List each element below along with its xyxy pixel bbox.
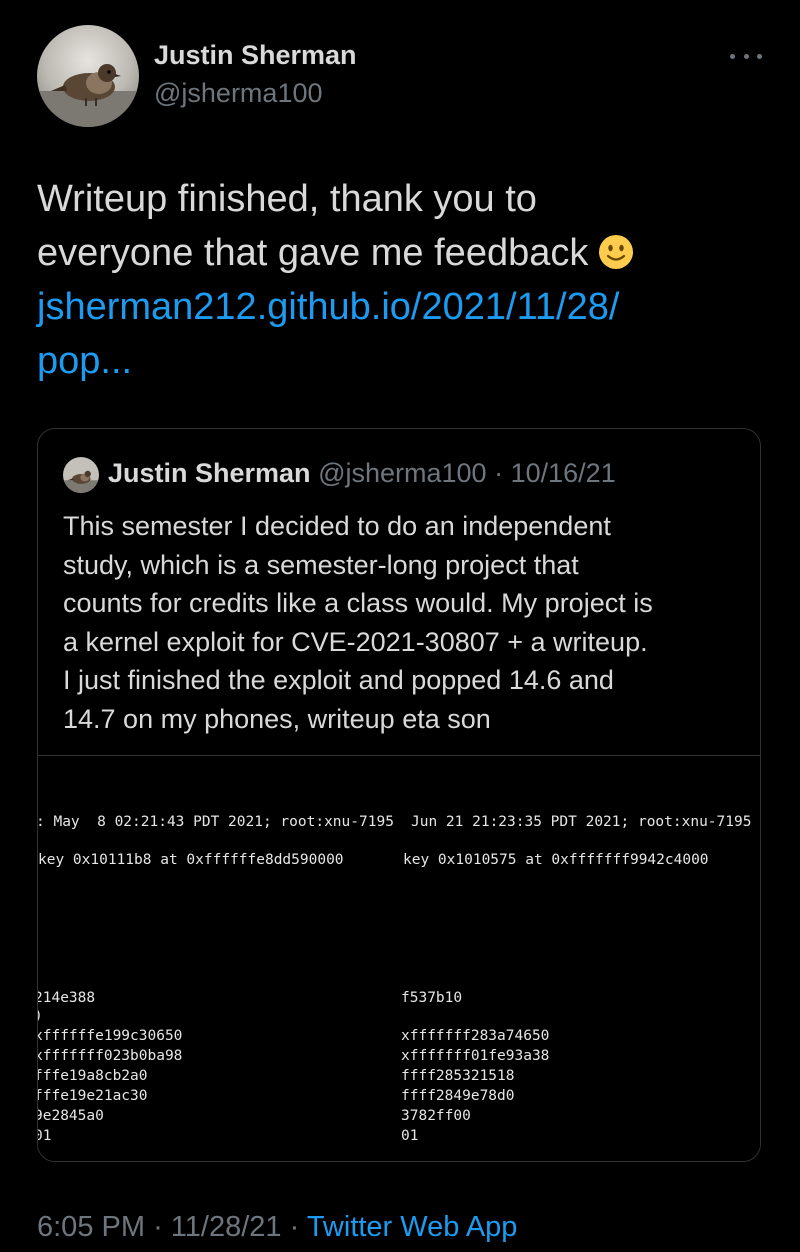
quoted-text-line: 14.7 on my phones, writeup eta son xyxy=(63,703,491,734)
terminal-line: : May 8 02:21:43 PDT 2021; root:xnu-7195 xyxy=(38,814,394,830)
more-horizontal-icon[interactable] xyxy=(730,48,762,64)
separator-dot: · xyxy=(494,458,504,488)
tweet-text-line: everyone that gave me feedback xyxy=(37,232,589,274)
terminal-line: key 0x10111b8 at 0xffffffe8dd590000 xyxy=(38,852,344,868)
quoted-text-line: I just finished the exploit and popped 1… xyxy=(63,665,614,696)
quoted-tweet-date: 10/16/21 xyxy=(510,458,616,488)
tweet-text: Writeup finished, thank you to everyone … xyxy=(37,172,737,388)
slightly-smiling-face-emoji xyxy=(599,235,634,269)
terminal-line: f537b10 xyxy=(401,990,463,1006)
quoted-author-handle: @jsherma100 xyxy=(318,458,487,488)
terminal-line: Jun 21 21:23:35 PDT 2021; root:xnu-7195 xyxy=(411,814,752,830)
terminal-line: ffff2849e78d0 xyxy=(401,1088,515,1104)
tweet-date[interactable]: 11/28/21 xyxy=(171,1211,282,1243)
sparrow-photo xyxy=(37,25,139,127)
tweet-text-line-with-emoji: everyone that gave me feedback xyxy=(37,226,737,280)
author-handle[interactable]: @jsherma100 xyxy=(154,78,323,109)
quoted-text-line: study, which is a semester-long project … xyxy=(63,549,579,580)
terminal-line: ffff285321518 xyxy=(401,1068,515,1084)
terminal-line: ) xyxy=(38,1008,43,1024)
separator-dot: · xyxy=(289,1211,300,1243)
tweet-link-line: pop... xyxy=(37,340,133,382)
terminal-line: xfffffff01fe93a38 xyxy=(401,1048,550,1064)
quoted-tweet[interactable]: Justin Sherman @jsherma100 · 10/16/21 Th… xyxy=(37,428,761,1162)
terminal-line: 01 xyxy=(38,1128,52,1144)
sparrow-photo xyxy=(63,457,99,493)
terminal-line: key 0x1010575 at 0xfffffff9942c4000 xyxy=(403,852,709,868)
tweet-metadata: 6:05 PM · 11/28/21 · Twitter Web App xyxy=(37,1211,517,1244)
terminal-screenshot-left: : May 8 02:21:43 PDT 2021; root:xnu-7195… xyxy=(38,756,399,1161)
tweet-text-line: Writeup finished, thank you to xyxy=(37,178,537,220)
quoted-text-line: This semester I decided to do an indepen… xyxy=(63,511,611,541)
tweet-link-line: jsherman212.github.io/2021/11/28/ xyxy=(37,286,620,328)
terminal-line: xfffffff283a74650 xyxy=(401,1028,550,1044)
terminal-line: xffffffe199c30650 xyxy=(38,1028,183,1044)
tweet-source-link[interactable]: Twitter Web App xyxy=(307,1211,518,1243)
quoted-tweet-text: This semester I decided to do an indepen… xyxy=(63,507,753,739)
terminal-line: fffe19a8cb2a0 xyxy=(38,1068,148,1084)
quoted-tweet-header: Justin Sherman @jsherma100 · 10/16/21 xyxy=(108,458,616,489)
terminal-line: 214e388 xyxy=(38,990,96,1006)
author-name[interactable]: Justin Sherman xyxy=(154,40,357,71)
terminal-line: 9e2845a0 xyxy=(38,1108,104,1124)
quoted-tweet-image[interactable]: : May 8 02:21:43 PDT 2021; root:xnu-7195… xyxy=(38,755,760,1161)
quoted-author-name: Justin Sherman xyxy=(108,458,311,488)
quoted-text-line: a kernel exploit for CVE-2021-30807 + a … xyxy=(63,626,648,657)
terminal-line: 01 xyxy=(401,1128,419,1144)
quoted-author-avatar xyxy=(63,457,99,493)
terminal-line: 3782ff00 xyxy=(401,1108,471,1124)
quoted-text-line: counts for credits like a class would. M… xyxy=(63,588,653,619)
terminal-line: xfffffff023b0ba98 xyxy=(38,1048,183,1064)
separator-dot: · xyxy=(153,1211,163,1243)
tweet-link[interactable]: jsherman212.github.io/2021/11/28/ pop... xyxy=(37,280,737,388)
author-avatar[interactable] xyxy=(37,25,139,127)
tweet: Justin Sherman @jsherma100 Writeup finis… xyxy=(0,0,800,1252)
terminal-screenshot-right: Jun 21 21:23:35 PDT 2021; root:xnu-7195 … xyxy=(401,756,760,1161)
terminal-line: fffe19e21ac30 xyxy=(38,1088,148,1104)
tweet-time[interactable]: 6:05 PM xyxy=(37,1211,145,1243)
